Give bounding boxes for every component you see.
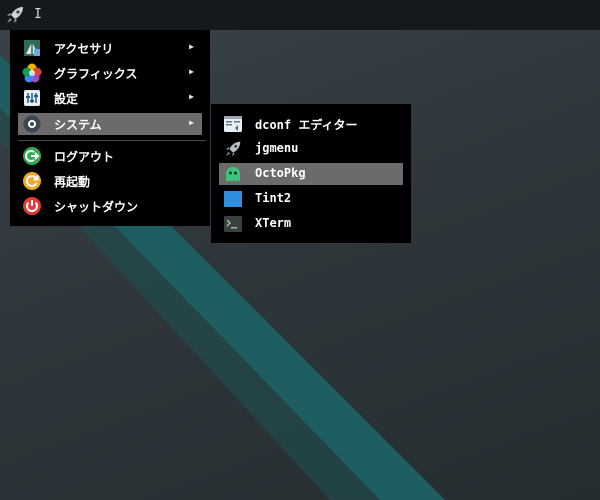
logout-icon — [22, 146, 42, 166]
menu-item-system[interactable]: システム ▶ — [18, 113, 202, 135]
text-cursor: I — [34, 7, 42, 22]
menu-item-accessories[interactable]: アクセサリ ▶ — [18, 37, 202, 59]
submenu-item-tint2[interactable]: Tint2 — [219, 188, 403, 210]
menu-item-shutdown[interactable]: シャットダウン — [18, 195, 202, 217]
octopkg-icon — [223, 164, 243, 184]
submenu-item-label: Tint2 — [255, 191, 292, 205]
graphics-icon — [22, 63, 42, 83]
menu-item-label: シャットダウン — [54, 200, 139, 214]
dconf-editor-icon — [223, 114, 243, 134]
menu-launcher-button[interactable] — [4, 4, 26, 26]
system-submenu: dconf エディター jgmenu OctoPkg Tint2 XTerm — [211, 104, 411, 243]
main-menu: アクセサリ ▶ グラフィックス ▶ 設定 ▶ システム ▶ ログアウト 再起動 … — [10, 30, 210, 226]
rocket-icon — [7, 7, 23, 23]
accessories-icon — [22, 38, 42, 58]
submenu-item-label: OctoPkg — [255, 166, 306, 180]
rocket-icon — [223, 139, 243, 159]
menu-separator — [18, 140, 206, 141]
submenu-item-label: dconf エディター — [255, 118, 358, 132]
menu-item-settings[interactable]: 設定 ▶ — [18, 87, 202, 109]
menu-item-graphics[interactable]: グラフィックス ▶ — [18, 62, 202, 84]
menu-item-label: アクセサリ — [54, 42, 114, 56]
submenu-item-label: XTerm — [255, 216, 292, 230]
submenu-arrow-icon: ▶ — [189, 118, 194, 127]
submenu-arrow-icon: ▶ — [189, 42, 194, 51]
menu-item-label: 再起動 — [54, 175, 91, 189]
system-icon — [22, 114, 42, 134]
menu-item-restart[interactable]: 再起動 — [18, 170, 202, 192]
submenu-item-jgmenu[interactable]: jgmenu — [219, 138, 403, 160]
menu-item-label: ログアウト — [54, 150, 115, 164]
menu-item-label: 設定 — [54, 92, 79, 106]
menu-item-label: システム — [54, 118, 102, 132]
tint2-icon — [223, 189, 243, 209]
submenu-arrow-icon: ▶ — [189, 92, 194, 101]
shutdown-icon — [22, 196, 42, 216]
menu-item-logout[interactable]: ログアウト — [18, 145, 202, 167]
restart-icon — [22, 171, 42, 191]
submenu-item-label: jgmenu — [255, 141, 299, 155]
submenu-item-xterm[interactable]: XTerm — [219, 213, 403, 235]
submenu-arrow-icon: ▶ — [189, 67, 194, 76]
submenu-item-dconf-editor[interactable]: dconf エディター — [219, 113, 403, 135]
taskbar: I — [0, 0, 600, 30]
submenu-item-octopkg[interactable]: OctoPkg — [219, 163, 403, 185]
menu-item-label: グラフィックス — [54, 67, 138, 81]
terminal-icon — [223, 214, 243, 234]
settings-icon — [22, 88, 42, 108]
